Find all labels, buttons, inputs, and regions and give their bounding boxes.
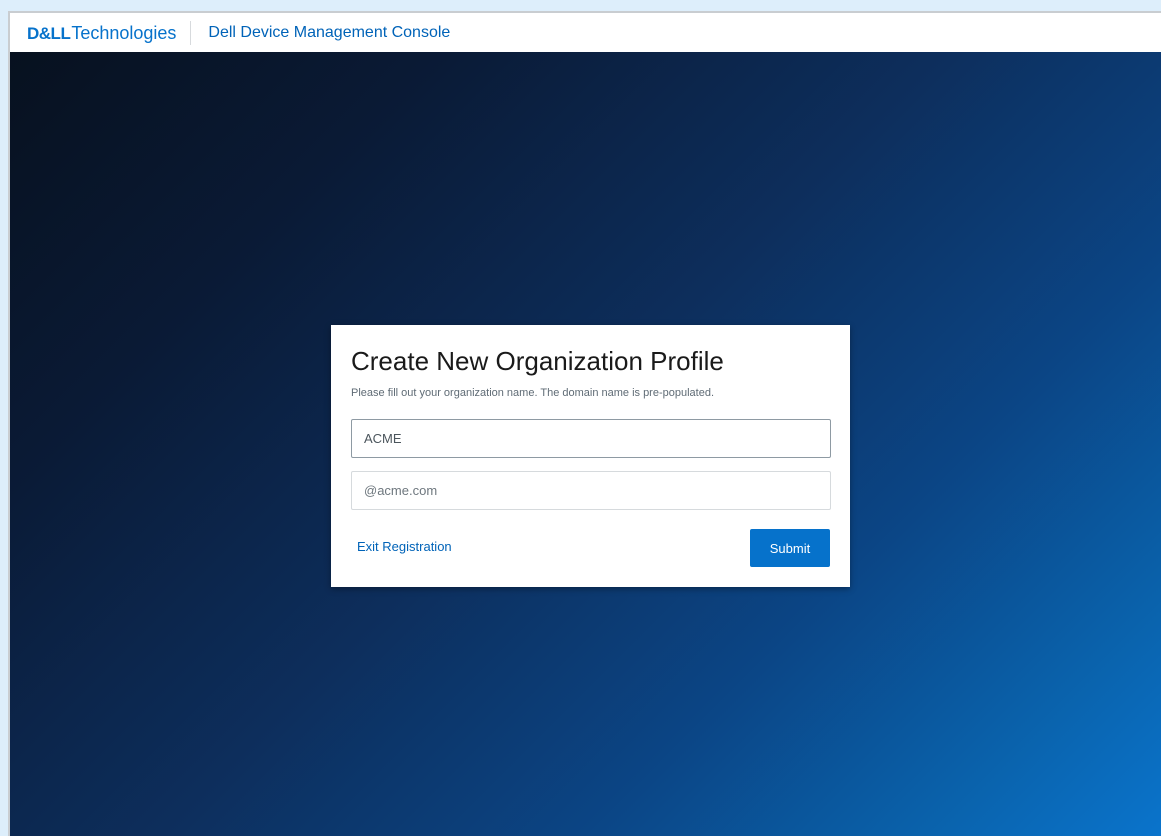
app-window: D&LL Technologies Dell Device Management… [8,11,1161,836]
submit-button[interactable]: Submit [750,529,830,567]
technologies-wordmark: Technologies [71,22,177,43]
domain-name-input[interactable] [351,471,831,510]
top-bar: D&LL Technologies Dell Device Management… [10,13,1161,52]
hero-background: Create New Organization Profile Please f… [10,52,1161,836]
card-title: Create New Organization Profile [351,346,724,376]
card-subtitle: Please fill out your organization name. … [351,387,715,399]
create-organization-card: Create New Organization Profile Please f… [331,325,850,587]
dell-technologies-logo[interactable]: D&LL Technologies [27,20,192,45]
app-title[interactable]: Dell Device Management Console [208,21,450,45]
exit-registration-link[interactable]: Exit Registration [357,539,452,555]
dell-logo-mark: D&LL [27,23,71,43]
organization-name-input[interactable] [351,419,831,458]
